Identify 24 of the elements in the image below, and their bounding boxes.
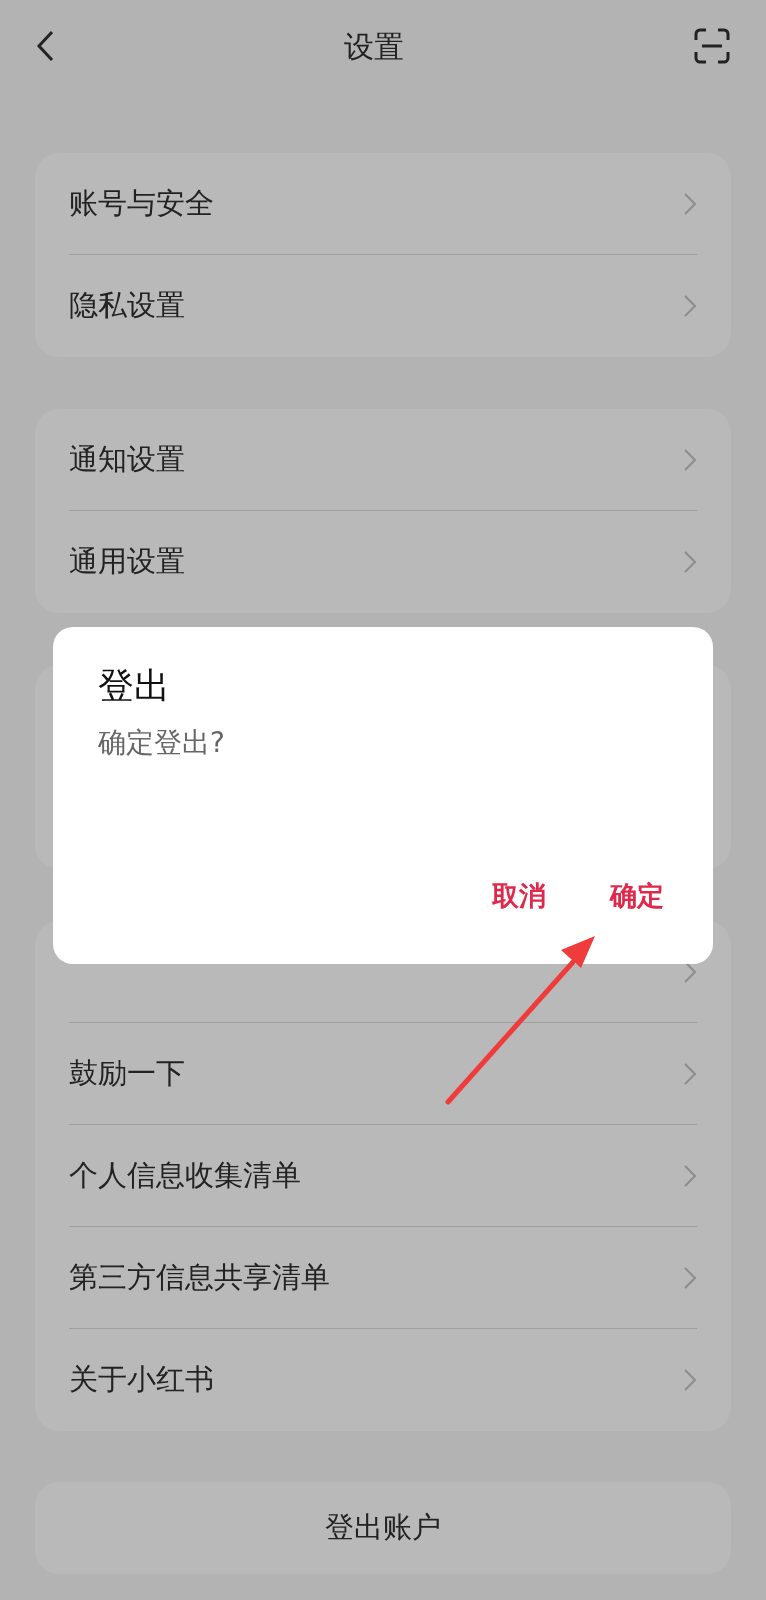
logout-button[interactable]: 登出账户	[35, 1482, 731, 1574]
chevron-right-icon	[683, 1368, 697, 1392]
dialog-message: 确定登出?	[98, 725, 226, 761]
cancel-button[interactable]: 取消	[482, 869, 556, 922]
chevron-right-icon	[683, 191, 697, 216]
chevron-right-icon	[683, 447, 697, 472]
confirm-button[interactable]: 确定	[600, 869, 674, 922]
settings-item[interactable]: 通用设置	[69, 540, 185, 584]
settings-item[interactable]: 账号与安全	[69, 181, 214, 226]
settings-item[interactable]: 关于小红书	[69, 1358, 214, 1402]
page-title: 设置	[344, 27, 404, 66]
back-icon[interactable]	[36, 30, 54, 62]
chevron-right-icon	[683, 1265, 697, 1290]
dialog-title: 登出	[98, 664, 171, 708]
settings-item[interactable]: 通知设置	[69, 437, 185, 482]
settings-item[interactable]: 隐私设置	[69, 284, 185, 328]
chevron-right-icon	[683, 294, 697, 318]
chevron-right-icon	[683, 1061, 697, 1086]
settings-item[interactable]: 个人信息收集清单	[69, 1153, 301, 1198]
settings-item[interactable]: 鼓励一下	[69, 1051, 185, 1096]
chevron-right-icon	[683, 550, 697, 574]
chevron-right-icon	[683, 1163, 697, 1188]
settings-item[interactable]: 第三方信息共享清单	[69, 1255, 330, 1300]
scan-icon[interactable]	[694, 28, 730, 64]
